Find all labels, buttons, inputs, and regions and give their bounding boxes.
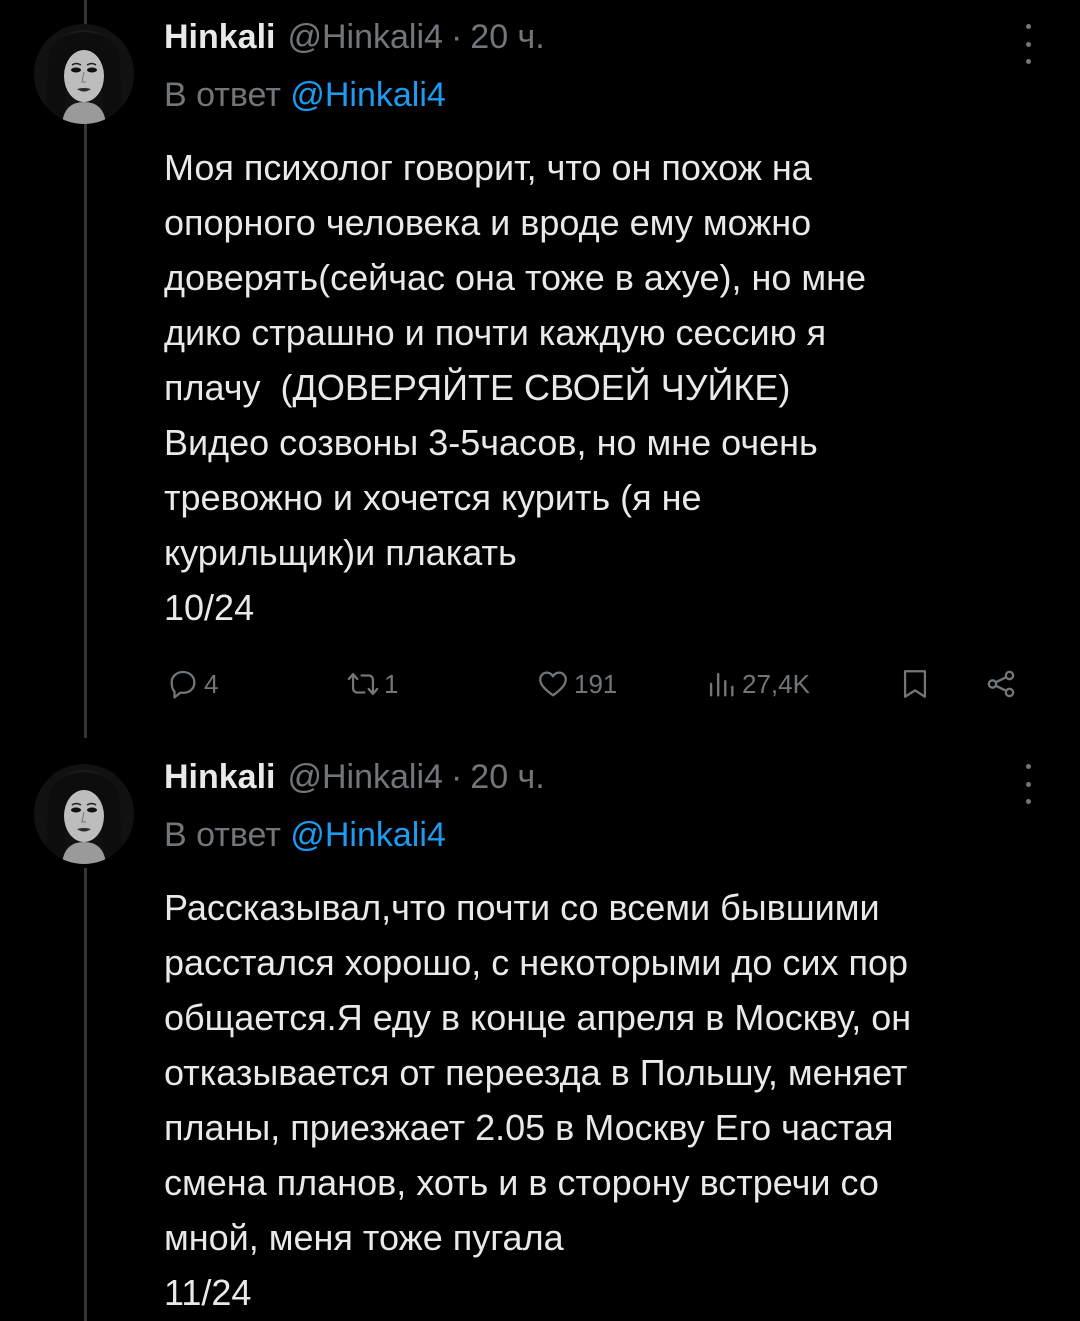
avatar-portrait-image — [34, 764, 134, 864]
reply-prefix: В ответ — [164, 76, 291, 114]
repost-button[interactable]: 1 — [346, 667, 398, 701]
tweet-actions-bar: 4 1 191 27,4K — [164, 664, 1040, 704]
tweet-text: Моя психолог говорит, что он похож на оп… — [164, 147, 867, 628]
like-count: 191 — [574, 668, 618, 699]
reply-count: 4 — [204, 668, 219, 699]
thread-feed: Hinkali @Hinkali4 · 20 ч. В ответ @Hinka… — [0, 0, 1080, 1321]
reply-mention-link[interactable]: @Hinkali4 — [290, 76, 445, 114]
author-handle[interactable]: @Hinkali4 — [287, 758, 442, 797]
tweet[interactable]: Hinkali @Hinkali4 · 20 ч. В ответ @Hinka… — [0, 0, 1080, 740]
bookmark-button[interactable] — [898, 667, 932, 701]
repost-count: 1 — [384, 668, 399, 699]
author-name[interactable]: Hinkali — [164, 758, 275, 797]
views-icon — [709, 672, 734, 697]
reply-button[interactable]: 4 — [166, 667, 218, 701]
reply-context: В ответ @Hinkali4 — [164, 816, 1040, 862]
reply-mention-link[interactable]: @Hinkali4 — [290, 816, 445, 854]
timestamp[interactable]: 20 ч. — [470, 758, 544, 797]
reply-icon — [170, 670, 196, 699]
tweet[interactable]: Hinkali @Hinkali4 · 20 ч. В ответ @Hinka… — [0, 740, 1080, 1321]
avatar-portrait-image — [34, 24, 134, 124]
views-count: 27,4K — [742, 668, 810, 699]
timestamp[interactable]: 20 ч. — [470, 18, 544, 57]
bookmark-icon — [903, 670, 927, 698]
share-icon — [987, 670, 1015, 698]
reply-context: В ответ @Hinkali4 — [164, 76, 1040, 122]
separator-dot: · — [450, 758, 463, 796]
avatar[interactable] — [34, 24, 134, 124]
more-options-icon[interactable] — [1016, 24, 1040, 64]
like-button[interactable]: 191 — [536, 667, 617, 701]
tweet-text: Рассказывал,что почти со всеми бывшими р… — [164, 887, 912, 1313]
avatar[interactable] — [34, 764, 134, 864]
separator-dot: · — [450, 18, 463, 56]
reply-prefix: В ответ — [164, 816, 291, 854]
tweet-header: Hinkali @Hinkali4 · 20 ч. — [164, 758, 1040, 808]
author-handle[interactable]: @Hinkali4 — [287, 18, 442, 57]
tweet-header: Hinkali @Hinkali4 · 20 ч. — [164, 18, 1040, 68]
views-button[interactable]: 27,4K — [704, 667, 810, 701]
share-button[interactable] — [984, 667, 1018, 701]
author-name[interactable]: Hinkali — [164, 18, 275, 57]
repost-icon — [347, 672, 379, 696]
heart-icon — [539, 671, 567, 697]
more-options-icon[interactable] — [1016, 764, 1040, 804]
